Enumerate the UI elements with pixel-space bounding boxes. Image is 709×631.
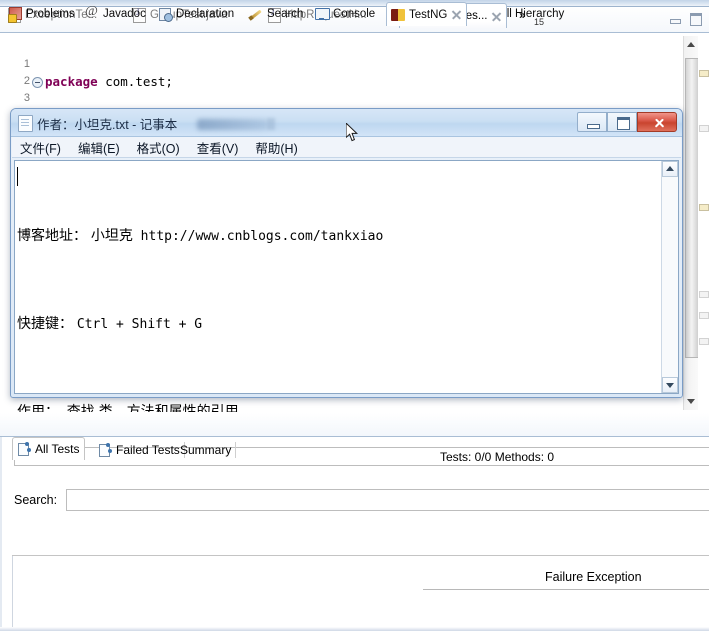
tab-failed-tests[interactable]: Failed Tests <box>94 439 185 460</box>
declaration-icon <box>158 7 173 22</box>
view-tab-label: Problems <box>26 7 75 20</box>
view-tab-testng[interactable]: TestNG <box>386 2 468 26</box>
view-left-edge <box>0 437 2 631</box>
redacted-title-region <box>197 119 267 130</box>
text-line: 博客地址： 小坦克 http://www.cnblogs.com/tankxia… <box>17 227 384 244</box>
test-result-table[interactable]: Failure Exception <box>12 556 709 631</box>
view-tab-console[interactable]: Console <box>315 3 375 24</box>
code-line: 1 package com.test; <box>0 39 173 89</box>
testng-view: Tests: 0/0 Methods: 0 Search: All Tests … <box>0 437 709 631</box>
eclipse-workbench: ExceptionTe... GroupTest.java HttpReques… <box>0 0 709 631</box>
close-icon <box>654 118 664 128</box>
javadoc-icon <box>85 4 99 21</box>
notepad-vertical-scrollbar[interactable] <box>661 161 678 393</box>
tab-label: All Tests <box>35 442 80 456</box>
code-line: 2 <box>0 56 45 87</box>
search-icon <box>249 7 263 21</box>
notepad-minimize-button[interactable] <box>577 112 607 132</box>
tab-label: Summary <box>180 442 232 457</box>
line-text: package com.test; <box>45 74 173 89</box>
view-tab-declaration[interactable]: Declaration <box>158 3 234 24</box>
close-icon[interactable] <box>451 9 462 20</box>
menu-item-view[interactable]: 查看(V) <box>197 138 239 157</box>
chevron-up-icon <box>666 166 674 171</box>
notepad-maximize-button[interactable] <box>607 112 637 132</box>
view-tab-label: Search <box>267 7 304 20</box>
test-counts-label: Tests: 0/0 Methods: 0 <box>440 450 555 464</box>
notepad-close-button[interactable] <box>637 112 677 132</box>
view-tab-problems[interactable]: Problems <box>8 3 75 24</box>
console-icon <box>315 7 330 21</box>
menu-item-file[interactable]: 文件(F) <box>20 138 61 157</box>
ruler-marker[interactable] <box>699 338 709 345</box>
menu-item-help[interactable]: 帮助(H) <box>255 138 297 157</box>
tab-label: Failed Tests <box>116 442 180 457</box>
column-header-divider <box>423 589 709 590</box>
scroll-up-button[interactable] <box>662 161 678 177</box>
search-label: Search: <box>14 493 58 507</box>
code-line: 3 import java.io.InputStream; <box>0 73 248 140</box>
minimize-button[interactable] <box>668 12 682 24</box>
menu-item-format[interactable]: 格式(O) <box>137 138 180 157</box>
view-tab-label: Console <box>333 7 376 20</box>
view-tab-label: Javadoc <box>103 7 146 20</box>
fold-collapse-icon[interactable] <box>32 77 43 88</box>
ruler-marker[interactable] <box>699 70 709 77</box>
tab-summary[interactable]: Summary <box>175 439 237 460</box>
testng-inner-tab-bar <box>12 533 709 556</box>
text-line: 快捷键： Ctrl + Shift + G <box>17 315 203 332</box>
ruler-marker[interactable] <box>699 291 709 298</box>
close-icon[interactable] <box>491 11 502 22</box>
redacted-title-region <box>267 118 275 130</box>
testng-icon <box>391 8 405 22</box>
chevron-down-icon <box>666 383 674 388</box>
overview-ruler[interactable] <box>698 36 709 410</box>
menu-item-edit[interactable]: 编辑(E) <box>78 138 120 157</box>
notepad-window-title: 作者：小坦克.txt - 记事本 <box>37 118 178 132</box>
scroll-down-button[interactable] <box>662 377 678 393</box>
window-bottom-edge <box>0 627 709 631</box>
view-tab-search[interactable]: Search <box>249 3 303 24</box>
ruler-marker[interactable] <box>699 312 709 319</box>
view-tab-javadoc[interactable]: Javadoc <box>85 3 146 24</box>
notepad-window-bottom-edge <box>12 394 681 396</box>
view-tab-bar <box>0 412 709 438</box>
problems-icon <box>8 6 22 23</box>
notepad-window[interactable]: 作者：小坦克.txt - 记事本 文件(F) 编辑(E) 格式(O) 查看(V)… <box>10 108 683 419</box>
notepad-text-area[interactable]: 博客地址： 小坦克 http://www.cnblogs.com/tankxia… <box>14 160 679 419</box>
notepad-icon <box>18 115 33 132</box>
mouse-cursor <box>346 123 358 142</box>
code-line: 4 import java.util.Properties; <box>0 90 256 140</box>
scroll-down-icon[interactable] <box>687 399 695 404</box>
maximize-button[interactable] <box>689 12 703 26</box>
search-input[interactable] <box>66 489 709 511</box>
scroll-up-icon[interactable] <box>687 42 695 47</box>
ruler-marker[interactable] <box>699 204 709 211</box>
tab-all-tests[interactable]: All Tests <box>12 437 86 460</box>
view-tab-label: Declaration <box>176 7 235 20</box>
tests-icon <box>99 442 113 457</box>
ruler-marker[interactable] <box>699 125 709 132</box>
tests-icon <box>18 442 32 456</box>
column-header-failure-exception[interactable]: Failure Exception <box>545 570 642 584</box>
view-tab-label: TestNG <box>409 8 448 21</box>
editor-vertical-scrollbar[interactable] <box>683 36 700 410</box>
